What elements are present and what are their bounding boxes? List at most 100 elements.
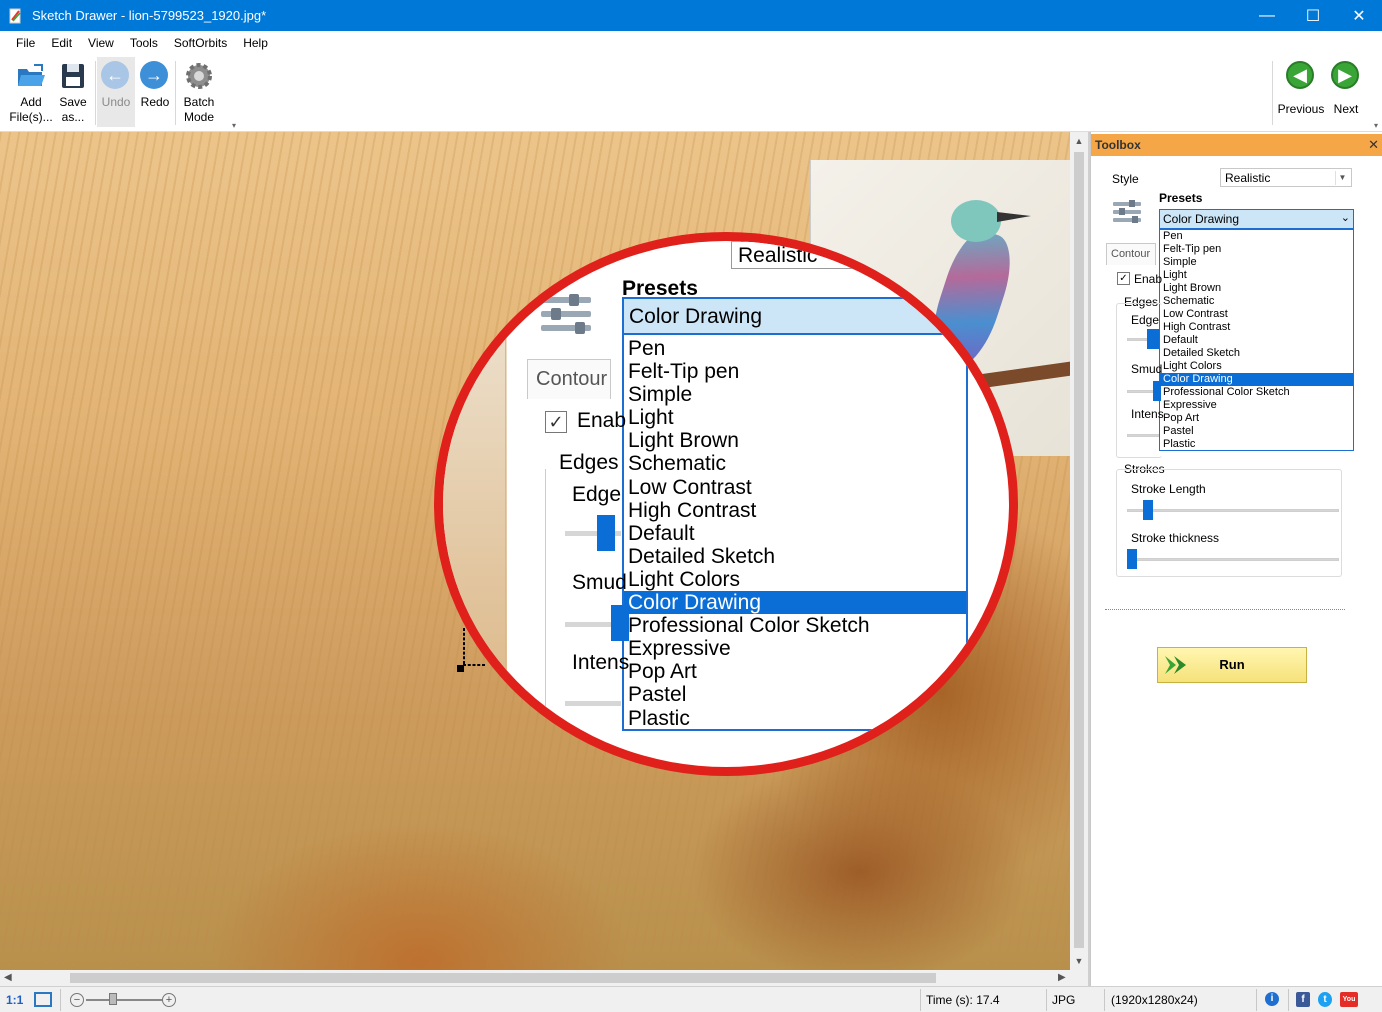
preset-option-pop-art[interactable]: Pop Art <box>1160 412 1353 425</box>
enable-checkbox[interactable]: ✓ <box>1117 272 1130 285</box>
preset-option-high-contrast[interactable]: High Contrast <box>1160 321 1353 334</box>
toolbar-overflow-icon[interactable]: ▾ <box>1374 121 1378 130</box>
stroke-thickness-slider-thumb[interactable] <box>1127 549 1137 569</box>
fit-to-window-icon[interactable] <box>34 992 52 1007</box>
preset-option-color-drawing[interactable]: Color Drawing <box>1160 373 1353 386</box>
magnified-preset-option: Pop Art <box>628 660 697 684</box>
magnified-preset-option: Felt-Tip pen <box>628 360 740 384</box>
youtube-icon[interactable]: You <box>1340 992 1358 1007</box>
scrollbar-thumb[interactable] <box>1074 152 1084 948</box>
minimize-button[interactable]: — <box>1244 0 1290 31</box>
run-button[interactable]: Run <box>1157 647 1307 683</box>
preset-option-professional-color-sketch[interactable]: Professional Color Sketch <box>1160 386 1353 399</box>
zoom-slider-track[interactable] <box>86 999 162 1001</box>
arrow-right-icon: → <box>140 61 170 91</box>
close-button[interactable]: ✕ <box>1336 0 1382 31</box>
scrollbar-thumb[interactable] <box>70 973 936 983</box>
smudge-slider-thumb[interactable] <box>1153 381 1161 401</box>
stroke-length-slider-track[interactable] <box>1127 509 1339 512</box>
preset-option-light-colors[interactable]: Light Colors <box>1160 360 1353 373</box>
toolbox-close-icon[interactable]: ✕ <box>1368 137 1379 153</box>
next-label: Next <box>1333 102 1359 116</box>
add-files-button[interactable]: Add File(s)... <box>8 61 54 125</box>
magnified-smudge-label: Smud <box>572 571 627 594</box>
preset-option-low-contrast[interactable]: Low Contrast <box>1160 308 1353 321</box>
zoom-in-button[interactable]: + <box>162 993 176 1007</box>
window-title: Sketch Drawer - lion-5799523_1920.jpg* <box>32 8 267 23</box>
image-format: JPG <box>1052 993 1076 1007</box>
style-select[interactable]: Realistic ▼ <box>1220 168 1352 187</box>
maximize-button[interactable]: ☐ <box>1290 0 1336 31</box>
chevron-down-icon: ▼ <box>1335 171 1349 185</box>
redo-label: Redo <box>140 95 170 109</box>
magnified-preset-option: Light Colors <box>628 567 741 591</box>
batch-mode-button[interactable]: Batch Mode <box>180 61 218 125</box>
canvas-vertical-scrollbar[interactable]: ▲ ▼ <box>1070 132 1088 970</box>
menu-tools[interactable]: Tools <box>122 36 166 50</box>
scroll-down-icon[interactable]: ▼ <box>1070 956 1088 966</box>
preset-option-pastel[interactable]: Pastel <box>1160 425 1353 438</box>
twitter-icon[interactable]: t <box>1318 992 1332 1007</box>
preset-option-simple[interactable]: Simple <box>1160 256 1353 269</box>
preset-option-default[interactable]: Default <box>1160 334 1353 347</box>
menu-help[interactable]: Help <box>235 36 276 50</box>
magnified-preset-option: High Contrast <box>628 498 757 522</box>
scroll-left-icon[interactable]: ◀ <box>4 970 12 986</box>
zoom-slider-thumb[interactable] <box>109 993 117 1005</box>
magnified-presets-list: Pen Felt-Tip pen Simple Light Light Brow… <box>622 333 968 731</box>
info-icon[interactable]: i <box>1265 992 1279 1006</box>
preset-option-expressive[interactable]: Expressive <box>1160 399 1353 412</box>
preset-option-light-brown[interactable]: Light Brown <box>1160 282 1353 295</box>
magnified-preset-option: Light Brown <box>628 429 739 453</box>
preset-option-plastic[interactable]: Plastic <box>1160 438 1353 451</box>
stroke-thickness-slider-track[interactable] <box>1127 558 1339 561</box>
magnified-contour-tab: Contour <box>527 359 611 399</box>
stroke-thickness-label: Stroke thickness <box>1131 531 1220 545</box>
magnified-preset-option: Low Contrast <box>628 475 752 499</box>
magnified-preset-option: Pen <box>628 337 666 360</box>
canvas-horizontal-scrollbar[interactable]: ◀ ▶ <box>0 970 1070 986</box>
zoom-out-button[interactable]: − <box>70 993 84 1007</box>
preset-option-detailed-sketch[interactable]: Detailed Sketch <box>1160 347 1353 360</box>
preset-option-schematic[interactable]: Schematic <box>1160 295 1353 308</box>
save-as-label: Save as... <box>59 95 87 124</box>
magnified-edges-label: Edges <box>559 451 619 474</box>
panel-divider <box>1105 609 1345 610</box>
edge-slider-thumb[interactable] <box>1147 329 1159 349</box>
preset-option-pen[interactable]: Pen <box>1160 230 1353 243</box>
magnified-preset-option: Professional Color Sketch <box>628 614 870 638</box>
save-as-button[interactable]: Save as... <box>56 61 90 125</box>
facebook-icon[interactable]: f <box>1296 992 1310 1007</box>
scroll-up-icon[interactable]: ▲ <box>1070 136 1088 146</box>
image-canvas[interactable]: Realistic Presets Color Drawing Pen Felt… <box>0 132 1070 970</box>
menu-edit[interactable]: Edit <box>43 36 80 50</box>
undo-button[interactable]: ← Undo <box>97 57 135 127</box>
toolbar-overflow-icon[interactable]: ▾ <box>232 121 236 130</box>
magnified-photo <box>443 241 507 767</box>
presets-select[interactable]: Color Drawing ⌄ <box>1159 209 1354 229</box>
menu-softorbits[interactable]: SoftOrbits <box>166 36 235 50</box>
magnified-intensity-label: Intens <box>572 651 630 674</box>
style-label: Style <box>1112 172 1139 186</box>
scroll-right-icon[interactable]: ▶ <box>1058 970 1066 986</box>
presets-dropdown-list[interactable]: Pen Felt-Tip pen Simple Light Light Brow… <box>1159 229 1354 451</box>
image-dimensions: (1920x1280x24) <box>1111 993 1198 1007</box>
toolbar: Add File(s)... Save as... ← Undo → Redo … <box>0 55 1382 132</box>
menu-view[interactable]: View <box>80 36 122 50</box>
zoom-actual-size-button[interactable]: 1:1 <box>6 993 23 1007</box>
previous-button[interactable]: ◀ Previous <box>1278 61 1324 117</box>
previous-label: Previous <box>1277 102 1325 116</box>
redo-button[interactable]: → Redo <box>139 61 171 110</box>
preset-option-felt-tip-pen[interactable]: Felt-Tip pen <box>1160 243 1353 256</box>
title-bar: Sketch Drawer - lion-5799523_1920.jpg* —… <box>0 0 1382 31</box>
sliders-icon <box>541 293 591 335</box>
tab-contour[interactable]: Contour <box>1106 243 1156 265</box>
toolbox-panel: Toolbox ✕ Style Realistic ▼ Presets Colo… <box>1090 132 1382 986</box>
next-button[interactable]: ▶ Next <box>1330 61 1362 117</box>
presets-label: Presets <box>1159 191 1203 205</box>
menu-file[interactable]: File <box>8 36 43 50</box>
stroke-length-slider-thumb[interactable] <box>1143 500 1153 520</box>
preset-option-light[interactable]: Light <box>1160 269 1353 282</box>
intensity-slider-track[interactable] <box>1127 434 1159 437</box>
presets-select-value: Color Drawing <box>1163 212 1240 226</box>
